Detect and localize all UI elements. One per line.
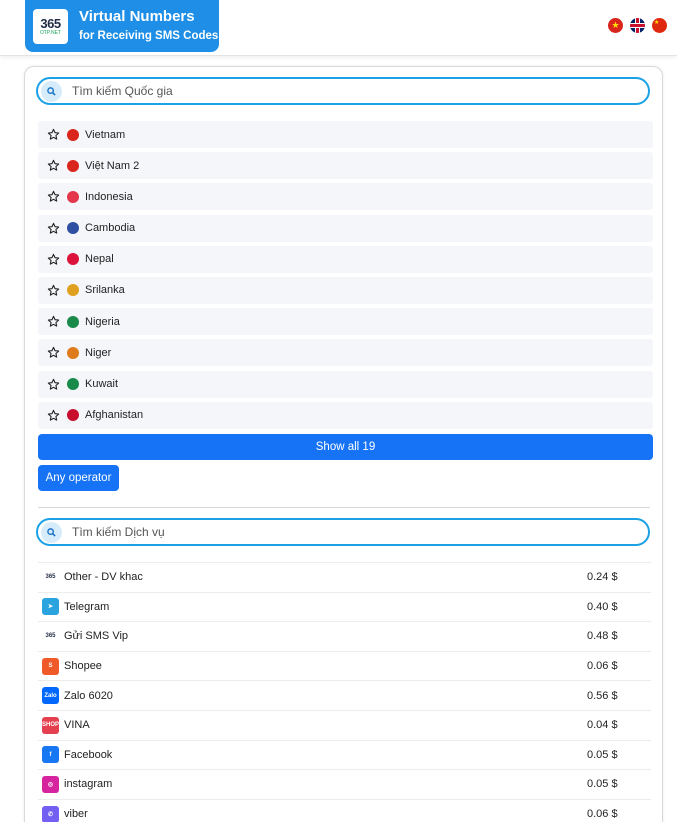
country-flag-icon: [67, 315, 79, 328]
service-price: 0.06 $: [587, 660, 618, 673]
brand-banner[interactable]: 365 OTP.NET Virtual Numbers for Receivin…: [25, 0, 219, 52]
service-price: 0.04 $: [587, 719, 618, 732]
facebook-icon: f: [42, 746, 59, 764]
country-name: Nigeria: [85, 315, 120, 328]
country-flag-icon: [67, 378, 79, 390]
search-icon: [41, 80, 62, 102]
country-flag-icon: [67, 253, 79, 266]
service-name: viber: [64, 808, 88, 821]
service-price: 0.05 $: [587, 778, 618, 791]
country-flag-icon: [67, 128, 79, 141]
star-icon[interactable]: [47, 284, 60, 297]
country-name: Afghanistan: [85, 409, 144, 422]
logo-sub: OTP.NET: [39, 29, 62, 36]
country-item[interactable]: Việt Nam 2: [38, 152, 653, 180]
country-flag-icon: [67, 159, 79, 172]
service-row[interactable]: 365 Gửi SMS Vip 0.48 $: [38, 622, 651, 652]
star-icon[interactable]: [47, 378, 60, 391]
instagram-icon: ◎: [42, 775, 59, 793]
service-list: 365 Other - DV khac 0.24 $ ➤ Telegram 0.40 $ 3…: [38, 562, 651, 822]
service-price: 0.06 $: [587, 808, 618, 821]
service-price: 0.48 $: [587, 630, 618, 643]
shopee-icon: S: [42, 657, 59, 675]
country-search-input[interactable]: [72, 84, 572, 98]
country-item[interactable]: Afghanistan: [38, 401, 653, 429]
country-list: Vietnam Việt Nam 2 Indonesia Cambodia Nepal S…: [38, 121, 653, 433]
service-search-input[interactable]: [72, 525, 572, 539]
service-price: 0.40 $: [587, 600, 618, 613]
service-name: Zalo 6020: [64, 689, 113, 702]
country-item[interactable]: Srilanka: [38, 276, 653, 304]
star-icon[interactable]: [47, 190, 60, 203]
service-price: 0.24 $: [587, 571, 618, 584]
country-item[interactable]: Kuwait: [38, 370, 653, 398]
service-name: Telegram: [64, 600, 110, 613]
service-row[interactable]: ✆ viber 0.06 $: [38, 800, 651, 822]
service-row[interactable]: S Shopee 0.06 $: [38, 652, 651, 682]
service-row[interactable]: Zalo Zalo 6020 0.56 $: [38, 681, 651, 711]
country-name: Indonesia: [85, 190, 133, 203]
service-row[interactable]: ➤ Telegram 0.40 $: [38, 593, 651, 623]
chinese-flag-icon[interactable]: [652, 18, 667, 33]
service-row[interactable]: SHOP VINA 0.04 $: [38, 711, 651, 741]
service-name: Gửi SMS Vip: [64, 630, 129, 643]
country-search[interactable]: [36, 77, 650, 105]
365-logo-icon: 365: [42, 627, 59, 645]
vina-icon: SHOP: [42, 716, 59, 734]
country-item[interactable]: Nepal: [38, 245, 653, 273]
country-name: Vietnam: [85, 128, 126, 141]
country-flag-icon: [67, 190, 79, 203]
service-name: instagram: [64, 778, 113, 791]
site-logo: 365 OTP.NET: [33, 8, 68, 44]
country-name: Việt Nam 2: [85, 159, 140, 172]
english-flag-icon[interactable]: [630, 18, 645, 33]
service-name: Shopee: [64, 660, 102, 673]
country-item[interactable]: Cambodia: [38, 214, 653, 242]
star-icon[interactable]: [47, 409, 60, 422]
brand-text: Virtual Numbers for Receiving SMS Codes: [79, 8, 218, 44]
service-name: Other - DV khac: [64, 571, 143, 584]
language-switcher: [608, 18, 667, 33]
site-title: Virtual Numbers: [79, 8, 195, 25]
country-name: Srilanka: [85, 284, 125, 297]
divider: [38, 507, 650, 508]
country-name: Niger: [85, 346, 112, 359]
service-row[interactable]: f Facebook 0.05 $: [38, 741, 651, 771]
search-icon: [41, 521, 62, 543]
star-icon[interactable]: [47, 253, 60, 266]
zalo-icon: Zalo: [42, 687, 59, 705]
country-name: Kuwait: [85, 378, 119, 390]
service-price: 0.56 $: [587, 689, 618, 702]
country-flag-icon: [67, 284, 79, 297]
country-item[interactable]: Vietnam: [38, 121, 653, 148]
country-flag-icon: [67, 409, 79, 422]
viber-icon: ✆: [42, 805, 59, 822]
country-flag-icon: [67, 222, 79, 235]
country-name: Nepal: [85, 253, 114, 266]
vietnamese-flag-icon[interactable]: [608, 18, 623, 33]
telegram-icon: ➤: [42, 598, 59, 616]
country-name: Cambodia: [85, 222, 136, 235]
logo-number: 365: [40, 15, 61, 31]
service-row[interactable]: 365 Other - DV khac 0.24 $: [38, 563, 651, 593]
country-item[interactable]: Niger: [38, 339, 653, 367]
star-icon[interactable]: [47, 346, 60, 359]
star-icon[interactable]: [47, 315, 60, 328]
service-search[interactable]: [36, 518, 650, 546]
top-bar: 365 OTP.NET Virtual Numbers for Receivin…: [0, 0, 677, 56]
service-name: Facebook: [64, 748, 113, 761]
country-item[interactable]: Indonesia: [38, 183, 653, 211]
star-icon[interactable]: [47, 128, 60, 141]
service-price: 0.05 $: [587, 748, 618, 761]
star-icon[interactable]: [47, 222, 60, 235]
any-operator-button[interactable]: Any operator: [38, 465, 119, 491]
365-logo-icon: 365: [42, 568, 59, 586]
star-icon[interactable]: [47, 159, 60, 172]
site-subtitle: for Receiving SMS Codes: [79, 30, 219, 42]
country-flag-icon: [67, 346, 79, 359]
service-name: VINA: [64, 719, 90, 732]
show-all-button[interactable]: Show all 19: [38, 434, 653, 460]
country-item[interactable]: Nigeria: [38, 308, 653, 336]
service-row[interactable]: ◎ instagram 0.05 $: [38, 770, 651, 800]
